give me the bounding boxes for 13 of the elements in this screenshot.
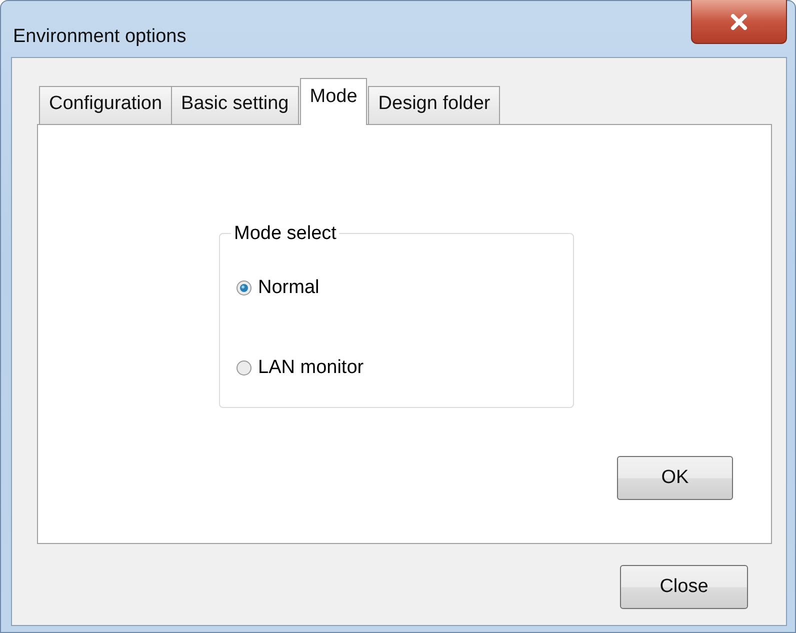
radio-label[interactable]: Normal	[258, 274, 320, 302]
window-title: Environment options	[13, 25, 186, 49]
radio-button[interactable]	[236, 280, 252, 296]
tab[interactable]: Mode	[300, 78, 368, 125]
ok-button[interactable]: OK	[617, 456, 733, 500]
close-icon	[730, 14, 748, 30]
radio-label[interactable]: LAN monitor	[258, 354, 364, 382]
tab[interactable]: Basic setting	[171, 86, 299, 124]
radio-button[interactable]	[236, 360, 252, 376]
tab[interactable]: Configuration	[39, 86, 172, 124]
close-button[interactable]	[691, 0, 787, 44]
tab[interactable]: Design folder	[368, 86, 500, 124]
close-button[interactable]: Close	[620, 565, 748, 609]
